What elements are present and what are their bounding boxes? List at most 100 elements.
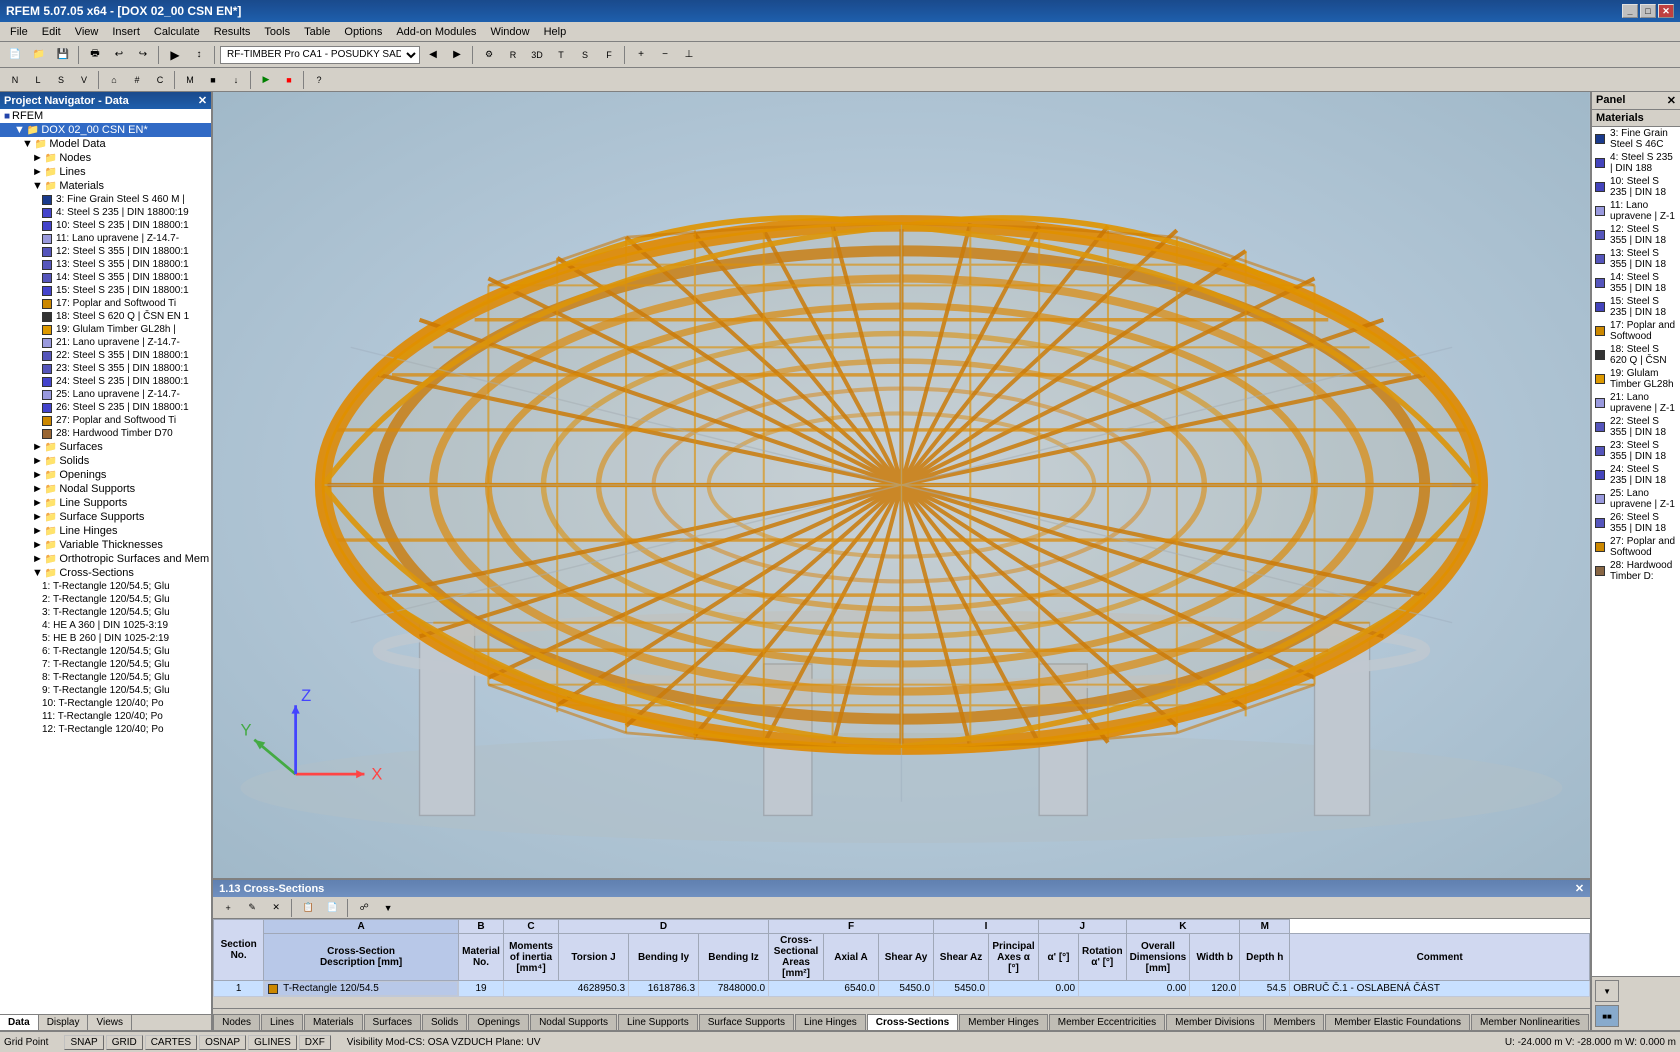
ltab-display[interactable]: Display (39, 1015, 89, 1030)
zoom-in-btn[interactable]: + (630, 45, 652, 65)
stop-btn[interactable]: ■ (278, 70, 300, 90)
tree-rfem-root[interactable]: ■ RFEM (0, 109, 211, 123)
next-btn[interactable]: ▶ (446, 45, 468, 65)
tree-cs-12[interactable]: 12: T-Rectangle 120/40; Po (0, 723, 211, 736)
tree-solids[interactable]: ► 📁 Solids (0, 454, 211, 468)
tree-cs-6[interactable]: 6: T-Rectangle 120/54.5; Glu (0, 645, 211, 658)
bt-edit[interactable]: ✎ (241, 898, 263, 918)
mat-item-12[interactable]: 12: Steel S 355 | DIN 18 (1592, 223, 1680, 247)
snap-btn[interactable]: SNAP (64, 1035, 103, 1050)
minimize-btn[interactable]: _ (1622, 4, 1638, 18)
undo-btn[interactable]: ↩ (108, 45, 130, 65)
tree-line-hinges[interactable]: ► 📁 Line Hinges (0, 524, 211, 538)
nav-close[interactable]: ✕ (198, 94, 207, 107)
tree-nodal-supports[interactable]: ► 📁 Nodal Supports (0, 482, 211, 496)
rp-btn-2[interactable]: ■■ (1595, 1005, 1619, 1027)
btab-divisions[interactable]: Member Divisions (1166, 1014, 1263, 1030)
redo-btn[interactable]: ↪ (132, 45, 154, 65)
snap-btn[interactable]: ⌂ (103, 70, 125, 90)
mat-item-27[interactable]: 27: Poplar and Softwood (1592, 535, 1680, 559)
bottom-panel-close[interactable]: ✕ (1575, 882, 1584, 895)
tree-surfaces[interactable]: ► 📁 Surfaces (0, 440, 211, 454)
panel-close[interactable]: ✕ (1667, 94, 1676, 107)
tree-mat-26[interactable]: 26: Steel S 235 | DIN 18800:1 (0, 401, 211, 414)
tree-cs-5[interactable]: 5: HE B 260 | DIN 1025-2:19 (0, 632, 211, 645)
res-btn[interactable]: R (502, 45, 524, 65)
run-btn[interactable]: ▶ (255, 70, 277, 90)
tree-mat-19[interactable]: 19: Glulam Timber GL28h | (0, 323, 211, 336)
tree-mat-25[interactable]: 25: Lano upravene | Z-14.7- (0, 388, 211, 401)
tree-cs-2[interactable]: 2: T-Rectangle 120/54.5; Glu (0, 593, 211, 606)
btab-surfaces[interactable]: Surfaces (364, 1014, 421, 1030)
btab-cross-sections[interactable]: Cross-Sections (867, 1014, 958, 1030)
ltab-data[interactable]: Data (0, 1015, 39, 1030)
view3d-btn[interactable]: 3D (526, 45, 548, 65)
tree-mat-14[interactable]: 14: Steel S 355 | DIN 18800:1 (0, 271, 211, 284)
color-btn[interactable]: C (149, 70, 171, 90)
tree-mat-21[interactable]: 21: Lano upravene | Z-14.7- (0, 336, 211, 349)
mat-item-18[interactable]: 18: Steel S 620 Q | ČSN (1592, 343, 1680, 367)
bt-filter[interactable]: ☍ (353, 898, 375, 918)
menu-edit[interactable]: Edit (36, 24, 67, 40)
menu-file[interactable]: File (4, 24, 34, 40)
tree-project[interactable]: ▼ 📁 DOX 02_00 CSN EN* (0, 123, 211, 137)
btab-materials[interactable]: Materials (304, 1014, 363, 1030)
tree-mat-18[interactable]: 18: Steel S 620 Q | ČSN EN 1 (0, 310, 211, 323)
menu-results[interactable]: Results (208, 24, 257, 40)
tree-cs-8[interactable]: 8: T-Rectangle 120/54.5; Glu (0, 671, 211, 684)
grid-btn[interactable]: # (126, 70, 148, 90)
solid-btn[interactable]: V (73, 70, 95, 90)
prev-btn[interactable]: ◀ (422, 45, 444, 65)
tree-mat-11[interactable]: 11: Lano upravene | Z-14.7- (0, 232, 211, 245)
bt-del[interactable]: ✕ (265, 898, 287, 918)
tree-mat-17[interactable]: 17: Poplar and Softwood Ti (0, 297, 211, 310)
btab-elastic[interactable]: Member Elastic Foundations (1325, 1014, 1470, 1030)
mat-item-14[interactable]: 14: Steel S 355 | DIN 18 (1592, 271, 1680, 295)
tree-mat-4[interactable]: 4: Steel S 235 | DIN 18800:19 (0, 206, 211, 219)
surface-btn[interactable]: S (50, 70, 72, 90)
mat-item-3[interactable]: 3: Fine Grain Steel S 46C (1592, 127, 1680, 151)
btab-lines[interactable]: Lines (261, 1014, 303, 1030)
mat-item-19[interactable]: 19: Glulam Timber GL28h (1592, 367, 1680, 391)
menu-table[interactable]: Table (298, 24, 336, 40)
tree-orthotropic[interactable]: ► 📁 Orthotropic Surfaces and Mem (0, 552, 211, 566)
move-btn[interactable]: ↕ (188, 45, 210, 65)
menu-help[interactable]: Help (538, 24, 573, 40)
table-row[interactable]: 1 T-Rectangle 120/54.5 19 4628950.3 1618… (214, 981, 1590, 997)
tree-surface-supports[interactable]: ► 📁 Surface Supports (0, 510, 211, 524)
select-btn[interactable]: ▶ (164, 45, 186, 65)
mat-item-26[interactable]: 26: Steel S 355 | DIN 18 (1592, 511, 1680, 535)
menu-addon[interactable]: Add-on Modules (390, 24, 482, 40)
tree-cs-4[interactable]: 4: HE A 360 | DIN 1025-3:19 (0, 619, 211, 632)
mat-item-25[interactable]: 25: Lano upravene | Z-1 (1592, 487, 1680, 511)
tree-line-supports[interactable]: ► 📁 Line Supports (0, 496, 211, 510)
module-combo[interactable]: RF-TIMBER Pro CA1 - POSUDKY SAD PR (220, 46, 420, 64)
tree-mat-27[interactable]: 27: Poplar and Softwood Ti (0, 414, 211, 427)
menu-insert[interactable]: Insert (106, 24, 146, 40)
help-btn[interactable]: ? (308, 70, 330, 90)
viewport[interactable]: X Y Z (213, 92, 1590, 878)
materials-list[interactable]: 3: Fine Grain Steel S 46C 4: Steel S 235… (1592, 127, 1680, 976)
btab-member-hinges[interactable]: Member Hinges (959, 1014, 1048, 1030)
osnap-btn[interactable]: OSNAP (199, 1035, 246, 1050)
tree-model-data[interactable]: ▼ 📁 Model Data (0, 137, 211, 151)
dxf-btn[interactable]: DXF (299, 1035, 331, 1050)
glines-btn[interactable]: GLINES (248, 1035, 297, 1050)
tree-cs-7[interactable]: 7: T-Rectangle 120/54.5; Glu (0, 658, 211, 671)
tree-var-thick[interactable]: ► 📁 Variable Thicknesses (0, 538, 211, 552)
tree-nodes[interactable]: ► 📁 Nodes (0, 151, 211, 165)
tree-openings[interactable]: ► 📁 Openings (0, 468, 211, 482)
new-btn[interactable]: 📄 (4, 45, 26, 65)
bt-sort[interactable]: ▼ (377, 898, 399, 918)
tree-mat-12[interactable]: 12: Steel S 355 | DIN 18800:1 (0, 245, 211, 258)
tree-cs-9[interactable]: 9: T-Rectangle 120/54.5; Glu (0, 684, 211, 697)
calc-btn[interactable]: ⚙ (478, 45, 500, 65)
btab-openings[interactable]: Openings (468, 1014, 529, 1030)
tree-cs-3[interactable]: 3: T-Rectangle 120/54.5; Glu (0, 606, 211, 619)
tree-cs-1[interactable]: 1: T-Rectangle 120/54.5; Glu (0, 580, 211, 593)
zoom-all-btn[interactable]: ⊥ (678, 45, 700, 65)
load-btn[interactable]: ↓ (225, 70, 247, 90)
mat-item-23[interactable]: 23: Steel S 355 | DIN 18 (1592, 439, 1680, 463)
line-btn[interactable]: L (27, 70, 49, 90)
menu-window[interactable]: Window (484, 24, 535, 40)
